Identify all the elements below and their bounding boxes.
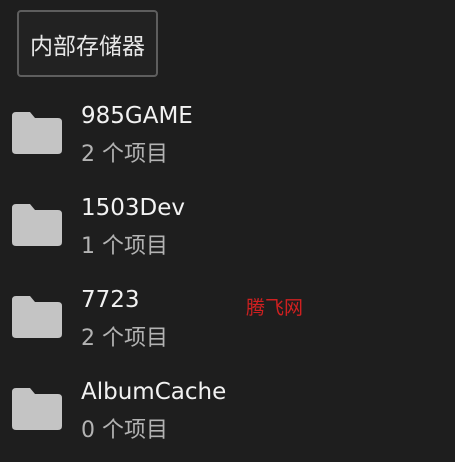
folder-name: 7723 — [81, 287, 140, 313]
folder-icon — [12, 204, 62, 246]
internal-storage-label: 内部存储器 — [30, 33, 145, 60]
folder-item-count: 2 个项目 — [81, 326, 168, 351]
internal-storage-button[interactable]: 内部存储器 — [17, 10, 158, 77]
folder-item-albumcache[interactable]: AlbumCache 0 个项目 — [0, 370, 455, 462]
folder-icon — [12, 112, 62, 154]
folder-name: 985GAME — [81, 103, 193, 129]
folder-name: AlbumCache — [81, 379, 227, 405]
folder-item-1503dev[interactable]: 1503Dev 1 个项目 — [0, 186, 455, 278]
folder-icon — [12, 388, 62, 430]
folder-item-985game[interactable]: 985GAME 2 个项目 — [0, 94, 455, 186]
folder-icon — [12, 296, 62, 338]
folder-name: 1503Dev — [81, 195, 186, 221]
folder-item-7723[interactable]: 7723 2 个项目 — [0, 278, 455, 370]
folder-item-count: 2 个项目 — [81, 142, 168, 167]
folder-item-count: 0 个项目 — [81, 418, 168, 443]
watermark-text: 腾飞网 — [246, 297, 304, 319]
folder-list: 985GAME 2 个项目 1503Dev 1 个项目 7723 2 个项目 A… — [0, 94, 455, 462]
folder-item-count: 1 个项目 — [81, 234, 168, 259]
